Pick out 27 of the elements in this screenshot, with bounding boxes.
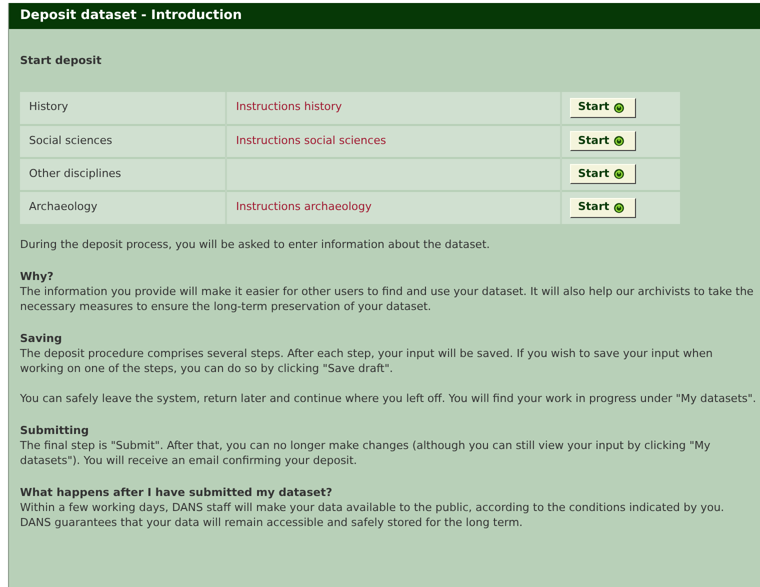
section-title: Saving (20, 330, 63, 346)
start-button[interactable]: Start (570, 131, 636, 151)
section-title: What happens after I have submitted my dataset? (20, 484, 334, 500)
page-header: Deposit dataset - Introduction (9, 3, 760, 29)
instructions-link[interactable]: Instructions social sciences (236, 134, 386, 147)
paragraph: The deposit procedure comprises several steps. After each step, your input will be saved. If you wish to save your input when working on one of the steps, you can do so by clicking "Save draft". (20, 346, 714, 376)
instructions-link[interactable]: Instructions archaeology (236, 200, 372, 214)
paragraph: The final step is "Submit". After that, you can no longer make changes (although you can still view your input by clicking "My datasets"). You will receive an email confirming your deposit. (20, 438, 712, 468)
power-icon (614, 102, 624, 112)
power-icon (614, 136, 624, 146)
start-button[interactable]: Start (570, 198, 636, 218)
paragraph: Within a few working days, DANS staff will make your data available to the public, according to the conditions indicated by you. DANS guarantees that your data will remain accessible and safely stored for the long term. (20, 500, 726, 530)
section-title: Submitting (20, 422, 90, 438)
discipline-name: Social sciences (29, 134, 112, 147)
intro-text: During the deposit process, you will be asked to enter information about the dataset. (20, 236, 491, 252)
section-title: Why? (20, 268, 55, 284)
paragraph: You can safely leave the system, return later and continue where you left off. You will find your work in progress under "My datasets". (20, 390, 758, 406)
discipline-name: Other disciplines (29, 166, 122, 180)
power-icon (614, 202, 624, 212)
start-button[interactable]: Start (570, 98, 636, 118)
start-button[interactable]: Start (570, 164, 636, 184)
discipline-name: History (29, 100, 68, 114)
section-heading: Start deposit (20, 53, 102, 69)
paragraph: The information you provide will make it easier for other users to find and use your dataset. It will also help our archivists to take the necessary measures to ensure the long-term preservation of your dataset. (20, 284, 755, 314)
instructions-link[interactable]: Instructions history (236, 100, 342, 114)
power-icon (614, 169, 624, 179)
discipline-name: Archaeology (29, 200, 98, 214)
